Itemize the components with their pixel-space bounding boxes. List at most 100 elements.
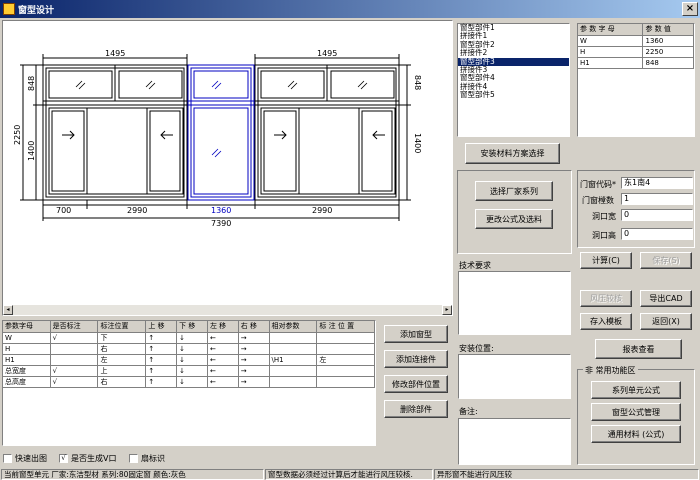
grid-cell[interactable]: → — [238, 354, 270, 366]
grid-row[interactable]: W √ 下 ↑ ↓ ← → — [3, 332, 375, 344]
grid-cell[interactable]: 下 — [97, 332, 147, 344]
grid-cell[interactable]: → — [238, 365, 270, 377]
grid-cell[interactable] — [50, 343, 99, 355]
wind-check-button[interactable]: 风压较核 — [580, 290, 632, 307]
add-window-button[interactable]: 添加窗型 — [384, 325, 448, 343]
back-button[interactable]: 返回(X) — [640, 313, 692, 330]
series-formula-button[interactable]: 系列单元公式 — [591, 381, 681, 399]
grid-cell[interactable]: √ — [50, 332, 99, 344]
grid-cell[interactable]: H1 — [3, 354, 51, 366]
canvas-h-scrollbar[interactable]: ◂ ▸ — [3, 305, 452, 315]
hole-width-input[interactable]: 0 — [621, 209, 693, 221]
grid-row[interactable]: H 右 ↑ ↓ ← → — [3, 343, 375, 355]
params-cell[interactable]: W — [578, 35, 644, 47]
params-cell[interactable]: 1360 — [642, 35, 694, 47]
params-cell[interactable]: H1 — [578, 57, 644, 69]
grid-row[interactable]: H1 左 ↑ ↓ ← → \H1 左 — [3, 354, 375, 366]
remarks-label: 备注: — [459, 407, 478, 416]
grid-cell[interactable]: ← — [207, 376, 239, 388]
gen-v-box[interactable]: √ — [59, 454, 68, 463]
grid-cell[interactable] — [269, 332, 318, 344]
remarks-textarea[interactable] — [458, 418, 571, 465]
grid-cell[interactable]: ↓ — [176, 332, 208, 344]
common-material-button[interactable]: 通用材料 (公式) — [591, 425, 681, 443]
grid-cell[interactable]: H — [3, 343, 51, 355]
grid-cell[interactable] — [316, 376, 375, 388]
gen-v-checkbox[interactable]: √ 是否生成V口 — [59, 453, 116, 464]
grid-cell[interactable]: 右 — [97, 343, 147, 355]
grid-cell[interactable] — [269, 376, 318, 388]
quick-draw-box[interactable] — [3, 454, 12, 463]
dim-bot-c: 1360 — [211, 206, 231, 215]
dim-left-total: 2250 — [13, 125, 22, 145]
save-template-button[interactable]: 存入模板 — [580, 313, 632, 330]
grid-cell[interactable]: 总高度 — [3, 376, 51, 388]
grid-cell[interactable]: W — [3, 332, 51, 344]
grid-cell[interactable]: √ — [50, 365, 99, 377]
grid-cell[interactable] — [269, 365, 318, 377]
grid-row[interactable]: 总宽度 √ 上 ↑ ↓ ← → — [3, 365, 375, 377]
grid-cell[interactable] — [316, 332, 375, 344]
grid-cell[interactable]: 左 — [316, 354, 375, 366]
grid-cell[interactable]: 总宽度 — [3, 365, 51, 377]
modify-position-button[interactable]: 修改部件位置 — [384, 375, 448, 393]
close-button[interactable]: × — [682, 2, 698, 16]
grid-cell[interactable]: ← — [207, 365, 239, 377]
grid-cell[interactable]: √ — [50, 376, 99, 388]
install-scheme-button[interactable]: 安装材料方案选择 — [465, 143, 560, 164]
grid-cell[interactable] — [50, 354, 99, 366]
grid-cell[interactable]: → — [238, 376, 270, 388]
grid-cell[interactable]: ↓ — [176, 354, 208, 366]
count-input[interactable]: 1 — [621, 193, 693, 205]
grid-cell[interactable]: ← — [207, 332, 239, 344]
grid-cell[interactable]: ↑ — [145, 365, 178, 377]
grid-cell[interactable] — [269, 343, 318, 355]
add-connector-button[interactable]: 添加连接件 — [384, 350, 448, 368]
tech-req-textarea[interactable] — [458, 271, 571, 335]
params-cell[interactable]: H — [578, 46, 644, 58]
grid-cell[interactable]: 左 — [97, 354, 147, 366]
grid-cell[interactable]: ← — [207, 354, 239, 366]
delete-part-button[interactable]: 删除部件 — [384, 400, 448, 418]
export-cad-button[interactable]: 导出CAD — [640, 290, 692, 307]
modify-formula-button[interactable]: 更改公式及选料 — [475, 209, 553, 229]
grid-header: 右 移 — [238, 321, 270, 333]
param-grid[interactable]: 参数字母 是否标注 标注位置上 移下 移左 移右 移相对参数标 注 位 置 W √ 下 ↑ ↓… — [2, 320, 376, 446]
hole-height-input[interactable]: 0 — [621, 228, 693, 240]
window-formula-button[interactable]: 窗型公式管理 — [591, 403, 681, 421]
view-report-button[interactable]: 报表查看 — [595, 339, 682, 359]
grid-cell[interactable]: → — [238, 332, 270, 344]
install-pos-textarea[interactable] — [458, 354, 571, 399]
params-cell[interactable]: 2250 — [642, 46, 694, 58]
grid-cell[interactable]: ↑ — [145, 332, 178, 344]
parts-list[interactable]: 窗型部件1 拼接件1 窗型部件2 拼接件2 窗型部件3 拼接件3 窗型部件4 拼接件4 窗型部件… — [457, 23, 570, 137]
save-button[interactable]: 保存(S) — [640, 252, 692, 269]
drawing-canvas[interactable]: 1495 1495 2250 848 1400 848 1400 700 299… — [2, 20, 453, 316]
grid-cell[interactable]: ↑ — [145, 343, 178, 355]
params-table[interactable]: 参 数 字 母 参 数 值 W 1360 H 2250 H1 848 — [577, 23, 695, 137]
grid-cell[interactable]: → — [238, 343, 270, 355]
quick-draw-checkbox[interactable]: 快速出图 — [3, 453, 47, 464]
install-pos-label: 安装位置: — [459, 344, 494, 353]
params-cell[interactable]: 848 — [642, 57, 694, 69]
grid-cell[interactable]: ↑ — [145, 376, 178, 388]
grid-cell[interactable]: ← — [207, 343, 239, 355]
grid-cell[interactable]: \H1 — [269, 354, 318, 366]
fan-mark-checkbox[interactable]: 扇标识 — [129, 453, 165, 464]
grid-cell[interactable]: 上 — [97, 365, 147, 377]
select-vendor-button[interactable]: 选择厂家系列 — [475, 181, 553, 201]
scroll-right-arrow[interactable]: ▸ — [442, 305, 452, 315]
grid-cell[interactable]: ↓ — [176, 376, 208, 388]
parts-list-item[interactable]: 窗型部件5 — [458, 90, 569, 99]
grid-cell[interactable] — [316, 343, 375, 355]
grid-cell[interactable]: ↓ — [176, 365, 208, 377]
calculate-button[interactable]: 计算(C) — [580, 252, 632, 269]
scroll-left-arrow[interactable]: ◂ — [3, 305, 13, 315]
grid-cell[interactable]: ↓ — [176, 343, 208, 355]
grid-cell[interactable]: ↑ — [145, 354, 178, 366]
fan-mark-box[interactable] — [129, 454, 138, 463]
grid-cell[interactable] — [316, 365, 375, 377]
door-code-input[interactable]: 东1南4 — [621, 177, 693, 189]
grid-row[interactable]: 总高度 √ 右 ↑ ↓ ← → — [3, 376, 375, 388]
grid-cell[interactable]: 右 — [97, 376, 147, 388]
